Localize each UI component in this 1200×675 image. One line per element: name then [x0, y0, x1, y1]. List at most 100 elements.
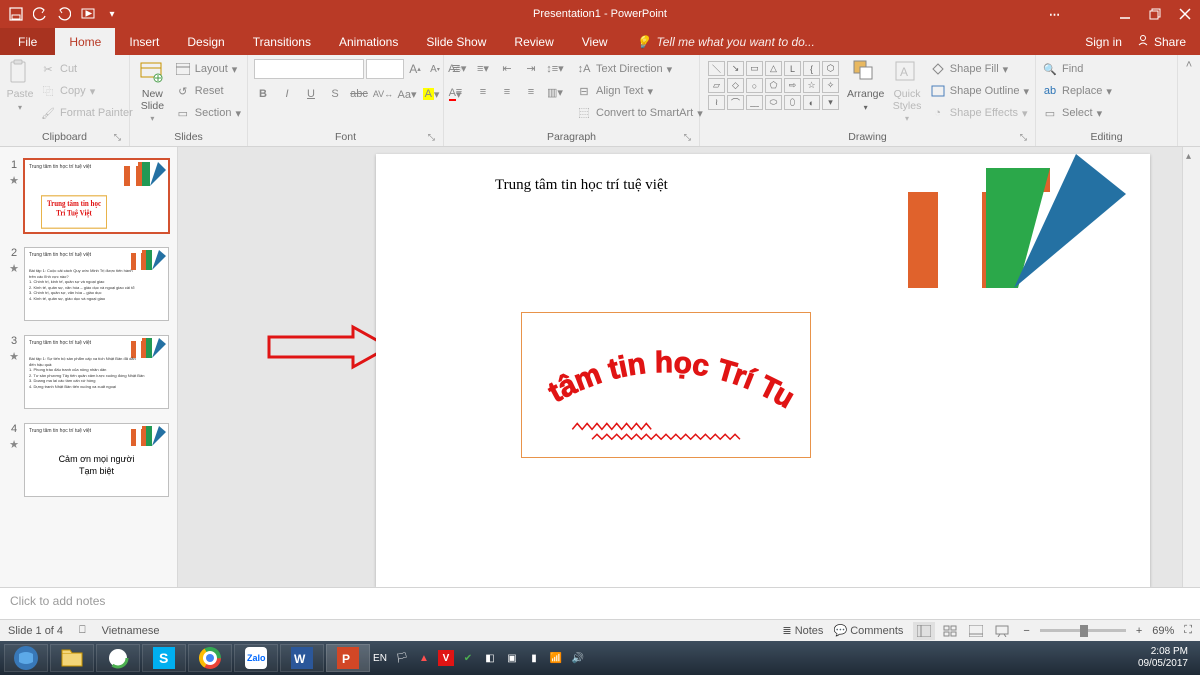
share-button[interactable]: Share [1136, 33, 1186, 50]
paragraph-launcher-icon[interactable]: ⤡ [684, 132, 691, 143]
tell-me-search[interactable]: 💡 Tell me what you want to do... [622, 28, 815, 55]
account-menu-icon[interactable]: ⋯ [1049, 8, 1060, 21]
slideshow-view-icon[interactable] [991, 622, 1013, 640]
language-indicator[interactable]: Vietnamese [102, 625, 160, 637]
reading-view-icon[interactable] [965, 622, 987, 640]
font-name-input[interactable] [254, 59, 364, 79]
quick-styles-button[interactable]: A Quick Styles▾ [890, 59, 923, 123]
zoom-in-button[interactable]: + [1136, 625, 1142, 637]
bold-button[interactable]: B [254, 85, 272, 103]
reset-button[interactable]: ↺Reset [175, 81, 241, 101]
italic-button[interactable]: I [278, 85, 296, 103]
line-spacing-button[interactable]: ↕≡▾ [546, 59, 564, 77]
tray-network-icon[interactable]: 📶 [548, 650, 564, 666]
strikethrough-button[interactable]: abc [350, 85, 368, 103]
align-text-button[interactable]: ⊟Align Text ▾ [576, 81, 703, 101]
restore-button[interactable] [1140, 0, 1170, 28]
tab-animations[interactable]: Animations [325, 28, 412, 55]
close-button[interactable] [1170, 0, 1200, 28]
task-powerpoint[interactable]: P [326, 644, 370, 672]
task-zalo[interactable]: Zalo [234, 644, 278, 672]
section-button[interactable]: ▭Section ▾ [175, 103, 241, 123]
shape-fill-button[interactable]: Shape Fill ▾ [930, 59, 1029, 79]
undo-icon[interactable] [30, 4, 50, 24]
thumbnail-4[interactable]: 4★ Trung tâm tin học trí tuệ việt Cảm ơn… [0, 419, 177, 507]
comments-toggle[interactable]: 💬 Comments [833, 624, 903, 637]
tray-shield-icon[interactable]: ▲ [416, 650, 432, 666]
fit-to-window-icon[interactable]: ⛶ [1184, 624, 1192, 637]
text-direction-button[interactable]: ↕AText Direction ▾ [576, 59, 703, 79]
columns-button[interactable]: ▥▾ [546, 83, 564, 101]
select-button[interactable]: ▭Select ▾ [1042, 103, 1112, 123]
increase-font-icon[interactable]: A▴ [406, 60, 424, 78]
zoom-out-button[interactable]: − [1023, 625, 1029, 637]
tab-transitions[interactable]: Transitions [239, 28, 325, 55]
normal-view-icon[interactable] [913, 622, 935, 640]
change-case-button[interactable]: Aa▾ [398, 85, 416, 103]
align-center-button[interactable]: ≡ [474, 83, 492, 101]
shape-effects-button[interactable]: ◔Shape Effects ▾ [930, 103, 1029, 123]
increase-indent-button[interactable]: ⇥ [522, 59, 540, 77]
align-right-button[interactable]: ≡ [498, 83, 516, 101]
paste-button[interactable]: Paste▾ [6, 59, 34, 112]
clipboard-launcher-icon[interactable]: ⤡ [114, 132, 121, 143]
wordart-box[interactable]: Trung tâm tin học Trí Tuệ Việt [521, 312, 811, 458]
collapse-ribbon-icon[interactable]: ˄ [1178, 55, 1200, 146]
redo-icon[interactable] [54, 4, 74, 24]
tab-slideshow[interactable]: Slide Show [412, 28, 500, 55]
tab-review[interactable]: Review [500, 28, 567, 55]
zoom-slider[interactable] [1040, 629, 1126, 632]
signin-button[interactable]: Sign in [1085, 35, 1122, 49]
decrease-indent-button[interactable]: ⇤ [498, 59, 516, 77]
format-painter-button[interactable]: 🖌Format Painter [40, 103, 133, 123]
spell-check-icon[interactable]: ⎕ [79, 624, 86, 637]
tray-unikey-icon[interactable]: V [438, 650, 454, 666]
zoom-level[interactable]: 69% [1152, 625, 1174, 637]
align-left-button[interactable]: ≡ [450, 83, 468, 101]
task-explorer[interactable] [50, 644, 94, 672]
task-coccoc[interactable] [96, 644, 140, 672]
slide-canvas[interactable]: Trung tâm tin học trí tuệ việt Trung tâm… [178, 147, 1182, 587]
start-button[interactable] [4, 644, 48, 672]
tray-volume-icon[interactable]: 🔊 [570, 650, 586, 666]
tray-battery-icon[interactable]: ▮ [526, 650, 542, 666]
tab-design[interactable]: Design [173, 28, 238, 55]
tray-app-icon[interactable]: ◧ [482, 650, 498, 666]
layout-button[interactable]: Layout ▾ [175, 59, 241, 79]
drawing-launcher-icon[interactable]: ⤡ [1020, 132, 1027, 143]
start-from-beginning-icon[interactable] [78, 4, 98, 24]
shadow-button[interactable]: S [326, 85, 344, 103]
slide-main[interactable]: Trung tâm tin học trí tuệ việt Trung tâm… [376, 154, 1150, 587]
qat-customize-icon[interactable]: ▾ [102, 4, 122, 24]
shape-outline-button[interactable]: Shape Outline ▾ [930, 81, 1029, 101]
system-clock[interactable]: 2:08 PM 09/05/2017 [1130, 646, 1196, 670]
tab-home[interactable]: Home [55, 28, 115, 55]
vertical-scrollbar[interactable]: ▴ [1182, 147, 1200, 587]
task-word[interactable]: W [280, 644, 324, 672]
tray-lang[interactable]: EN [372, 650, 388, 666]
char-spacing-button[interactable]: AV↔ [374, 85, 392, 103]
tab-file[interactable]: File [0, 28, 55, 55]
save-icon[interactable] [6, 4, 26, 24]
task-skype[interactable]: S [142, 644, 186, 672]
numbering-button[interactable]: ≡▾ [474, 59, 492, 77]
shape-line-icon[interactable]: ＼ [708, 61, 725, 76]
tab-view[interactable]: View [568, 28, 622, 55]
thumbnail-1[interactable]: 1★ Trung tâm tin học trí tuệ việt Trung … [0, 155, 177, 243]
bullets-button[interactable]: ≣▾ [450, 59, 468, 77]
cut-button[interactable]: ✂Cut [40, 59, 133, 79]
underline-button[interactable]: U [302, 85, 320, 103]
copy-button[interactable]: ⿻Copy ▾ [40, 81, 133, 101]
replace-button[interactable]: abReplace ▾ [1042, 81, 1112, 101]
tab-insert[interactable]: Insert [115, 28, 173, 55]
arrange-button[interactable]: Arrange▾ [847, 59, 884, 112]
task-chrome[interactable] [188, 644, 232, 672]
tray-check-icon[interactable]: ✔ [460, 650, 476, 666]
sorter-view-icon[interactable] [939, 622, 961, 640]
decrease-font-icon[interactable]: A▾ [426, 60, 444, 78]
notes-toggle[interactable]: ≣ Notes [782, 624, 823, 637]
thumbnail-3[interactable]: 3★ Trung tâm tin học trí tuệ việt Bài tậ… [0, 331, 177, 419]
minimize-button[interactable] [1110, 0, 1140, 28]
tray-flag-icon[interactable]: 🏳 [394, 650, 410, 666]
convert-smartart-button[interactable]: ⿳Convert to SmartArt ▾ [576, 103, 703, 123]
